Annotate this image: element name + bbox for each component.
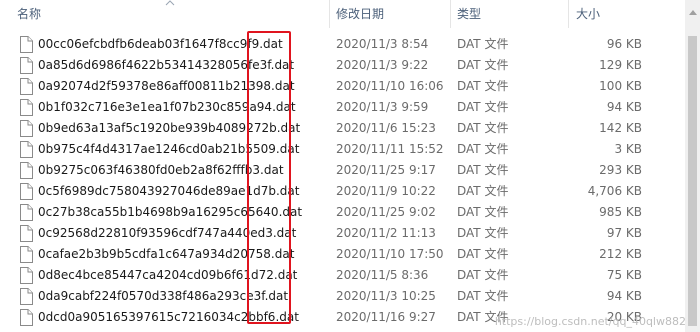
- file-row[interactable]: 0a85d6d6986f4622b53414328056fe3f.dat 2020…: [0, 55, 685, 76]
- file-date: 2020/11/3 10:25: [336, 289, 436, 303]
- file-date: 2020/11/10 17:50: [336, 247, 444, 261]
- file-size: 293 KB: [599, 163, 642, 177]
- file-type: DAT 文件: [457, 247, 509, 261]
- watermark: https://blog.csdn.net/qq_40qlw882: [494, 315, 686, 328]
- file-icon: [19, 162, 33, 179]
- vertical-scrollbar[interactable]: [685, 0, 700, 332]
- file-size: 3 KB: [614, 142, 642, 156]
- file-size: 94 KB: [606, 100, 642, 114]
- scroll-up-arrow-icon[interactable]: [689, 10, 697, 15]
- file-icon: [19, 78, 33, 95]
- file-row[interactable]: 0b975c4f4d4317ae1246cd0ab21b5509.dat 2020…: [0, 139, 685, 160]
- file-row[interactable]: 0c5f6989dc758043927046de89ae1d7b.dat 2020…: [0, 181, 685, 202]
- file-row[interactable]: 0c92568d22810f93596cdf747a440ed3.dat 2020…: [0, 223, 685, 244]
- file-type: DAT 文件: [457, 121, 509, 135]
- file-icon: [19, 183, 33, 200]
- file-name: 00cc06efcbdfb6deab03f1647f8cc9f9.dat: [38, 37, 283, 51]
- column-header: 名称 修改日期 类型 大小: [0, 0, 685, 28]
- file-date: 2020/11/16 9:27: [336, 310, 436, 324]
- file-row[interactable]: 0b1f032c716e3e1ea1f07b230c859a94.dat 2020…: [0, 97, 685, 118]
- file-row[interactable]: 00cc06efcbdfb6deab03f1647f8cc9f9.dat 2020…: [0, 34, 685, 55]
- file-icon: [19, 120, 33, 137]
- file-size: 142 KB: [599, 121, 642, 135]
- file-type: DAT 文件: [457, 142, 509, 156]
- file-type: DAT 文件: [457, 163, 509, 177]
- file-row[interactable]: 0b9275c063f46380fd0eb2a8f62fffb3.dat 2020…: [0, 160, 685, 181]
- scroll-thumb[interactable]: [688, 36, 697, 326]
- column-header-type[interactable]: 类型: [457, 0, 481, 28]
- file-row[interactable]: 0b9ed63a13af5c1920be939b4089272b.dat 2020…: [0, 118, 685, 139]
- file-date: 2020/11/2 11:13: [336, 226, 436, 240]
- file-size: 985 KB: [599, 205, 642, 219]
- file-size: 75 KB: [606, 268, 642, 282]
- file-type: DAT 文件: [457, 268, 509, 282]
- file-type: DAT 文件: [457, 289, 509, 303]
- file-icon: [19, 57, 33, 74]
- file-size: 129 KB: [599, 58, 642, 72]
- column-divider[interactable]: [568, 0, 569, 28]
- file-type: DAT 文件: [457, 100, 509, 114]
- file-date: 2020/11/25 9:17: [336, 163, 436, 177]
- file-list: 00cc06efcbdfb6deab03f1647f8cc9f9.dat 2020…: [0, 34, 685, 328]
- file-date: 2020/11/6 15:23: [336, 121, 436, 135]
- column-header-date[interactable]: 修改日期: [336, 0, 384, 28]
- file-type: DAT 文件: [457, 58, 509, 72]
- file-icon: [19, 267, 33, 284]
- column-header-size[interactable]: 大小: [576, 0, 600, 28]
- file-type: DAT 文件: [457, 205, 509, 219]
- file-icon: [19, 225, 33, 242]
- file-icon: [19, 141, 33, 158]
- file-type: DAT 文件: [457, 226, 509, 240]
- file-date: 2020/11/3 9:22: [336, 58, 429, 72]
- file-date: 2020/11/10 16:06: [336, 79, 444, 93]
- file-type: DAT 文件: [457, 79, 509, 93]
- file-size: 94 KB: [606, 289, 642, 303]
- column-divider[interactable]: [329, 0, 330, 28]
- file-type: DAT 文件: [457, 184, 509, 198]
- file-date: 2020/11/9 10:22: [336, 184, 436, 198]
- file-size: 97 KB: [606, 226, 642, 240]
- file-icon: [19, 204, 33, 221]
- highlight-box: [247, 31, 291, 324]
- column-header-name[interactable]: 名称: [17, 0, 41, 28]
- file-size: 4,706 KB: [587, 184, 642, 198]
- file-row[interactable]: 0c27b38ca55b1b4698b9a16295c65640.dat 2020…: [0, 202, 685, 223]
- file-row[interactable]: 0da9cabf224f0570d338f486a293ce3f.dat 2020…: [0, 286, 685, 307]
- file-icon: [19, 246, 33, 263]
- file-icon: [19, 309, 33, 326]
- file-size: 96 KB: [606, 37, 642, 51]
- file-size: 100 KB: [599, 79, 642, 93]
- file-type: DAT 文件: [457, 37, 509, 51]
- file-date: 2020/11/25 9:02: [336, 205, 436, 219]
- file-size: 212 KB: [599, 247, 642, 261]
- file-date: 2020/11/5 8:36: [336, 268, 429, 282]
- file-row[interactable]: 0cafae2b3b9b5cdfa1c647a934d20758.dat 2020…: [0, 244, 685, 265]
- column-divider[interactable]: [450, 0, 451, 28]
- file-date: 2020/11/3 8:54: [336, 37, 429, 51]
- file-icon: [19, 288, 33, 305]
- file-icon: [19, 99, 33, 116]
- file-row[interactable]: 0d8ec4bce85447ca4204cd09b6f61d72.dat 2020…: [0, 265, 685, 286]
- file-row[interactable]: 0a92074d2f59378e86aff00811b21398.dat 2020…: [0, 76, 685, 97]
- file-icon: [19, 36, 33, 53]
- file-date: 2020/11/11 15:52: [336, 142, 444, 156]
- sort-up-icon[interactable]: [165, 0, 175, 7]
- file-date: 2020/11/3 9:59: [336, 100, 429, 114]
